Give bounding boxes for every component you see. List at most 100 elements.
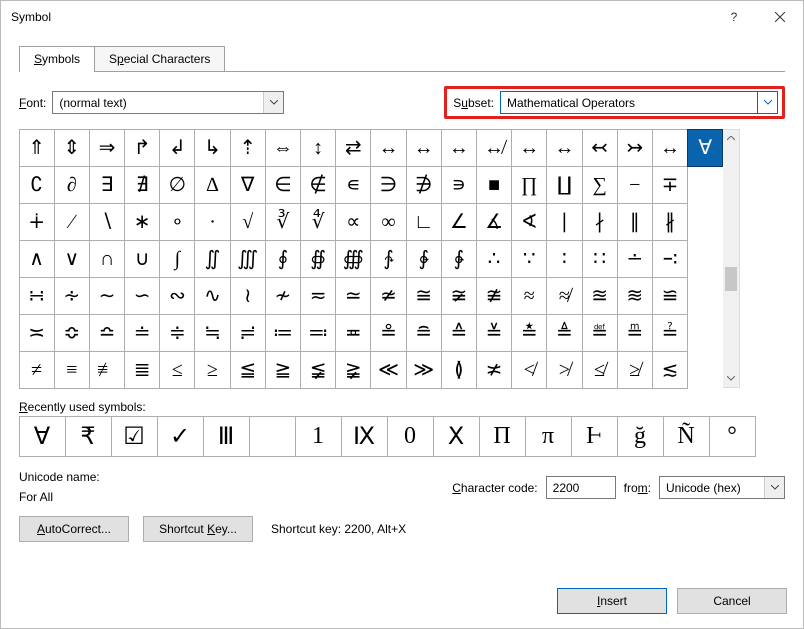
symbol-cell[interactable]: ∼ bbox=[89, 277, 125, 315]
cancel-button[interactable]: Cancel bbox=[677, 588, 787, 614]
recent-symbol-cell[interactable]: ğ bbox=[617, 416, 664, 457]
symbol-cell[interactable]: ∞ bbox=[370, 203, 406, 241]
symbol-cell[interactable]: ∠ bbox=[441, 203, 477, 241]
symbol-cell[interactable]: ⇑ bbox=[19, 129, 55, 167]
symbol-cell[interactable]: ∄ bbox=[124, 166, 160, 204]
symbol-cell[interactable]: ∥ bbox=[617, 203, 653, 241]
symbol-cell[interactable]: ≥ bbox=[194, 351, 230, 389]
tab-special-characters[interactable]: Special Characters bbox=[94, 46, 225, 71]
symbol-cell[interactable]: ≀ bbox=[230, 277, 266, 315]
from-dropdown[interactable]: Unicode (hex) bbox=[659, 476, 785, 499]
symbol-cell[interactable]: ≡ bbox=[54, 351, 90, 389]
symbol-cell[interactable]: ∐ bbox=[546, 166, 582, 204]
recent-symbol-cell[interactable]: Ⱶ bbox=[571, 416, 618, 457]
symbol-cell[interactable]: ∵ bbox=[511, 240, 547, 278]
symbol-cell[interactable]: ≫ bbox=[406, 351, 442, 389]
symbol-cell[interactable]: ∏ bbox=[511, 166, 547, 204]
recent-symbol-cell[interactable]: 0 bbox=[387, 416, 434, 457]
symbol-cell[interactable]: ≑ bbox=[159, 314, 195, 352]
scroll-down-button[interactable] bbox=[723, 370, 739, 387]
symbol-cell[interactable]: ≬ bbox=[441, 351, 477, 389]
symbol-cell[interactable]: ∾ bbox=[159, 277, 195, 315]
symbol-cell[interactable]: ∅ bbox=[159, 166, 195, 204]
symbol-cell[interactable]: ≰ bbox=[582, 351, 618, 389]
symbol-cell[interactable]: ∮ bbox=[265, 240, 301, 278]
symbol-cell[interactable]: ■ bbox=[476, 166, 512, 204]
symbol-cell[interactable]: ≧ bbox=[265, 351, 301, 389]
symbol-cell[interactable]: ≝ bbox=[582, 314, 618, 352]
symbol-cell[interactable]: ∗ bbox=[124, 203, 160, 241]
symbol-cell[interactable]: ∷ bbox=[582, 240, 618, 278]
symbol-cell[interactable]: ∫ bbox=[159, 240, 195, 278]
symbol-cell[interactable]: ≃ bbox=[335, 277, 371, 315]
symbol-cell[interactable]: ∻ bbox=[54, 277, 90, 315]
symbol-cell[interactable]: ≙ bbox=[441, 314, 477, 352]
symbol-cell[interactable]: ≱ bbox=[617, 351, 653, 389]
symbol-cell[interactable]: ↔ bbox=[406, 129, 442, 167]
symbol-cell[interactable]: ≘ bbox=[406, 314, 442, 352]
symbol-cell[interactable]: ∽ bbox=[124, 277, 160, 315]
symbol-cell[interactable]: ↢ bbox=[582, 129, 618, 167]
symbol-cell[interactable]: ≣ bbox=[124, 351, 160, 389]
symbol-cell[interactable]: ∍ bbox=[441, 166, 477, 204]
symbol-cell[interactable]: ≓ bbox=[230, 314, 266, 352]
shortcut-key-button[interactable]: Shortcut Key... bbox=[143, 516, 253, 542]
symbol-cell[interactable]: ↕ bbox=[300, 129, 336, 167]
symbol-cell[interactable]: ∹ bbox=[652, 240, 688, 278]
symbol-cell[interactable]: ↱ bbox=[124, 129, 160, 167]
recent-symbol-cell[interactable]: Ñ bbox=[663, 416, 710, 457]
symbol-cell[interactable]: ∳ bbox=[441, 240, 477, 278]
symbol-cell[interactable]: ≟ bbox=[652, 314, 688, 352]
symbol-cell[interactable]: ∘ bbox=[159, 203, 195, 241]
symbol-cell[interactable]: ∀ bbox=[687, 129, 723, 167]
symbol-cell[interactable]: ∖ bbox=[89, 203, 125, 241]
recent-symbol-cell[interactable] bbox=[249, 416, 296, 457]
symbol-cell[interactable]: ∢ bbox=[511, 203, 547, 241]
recent-symbol-cell[interactable]: Ⅸ bbox=[341, 416, 388, 457]
symbol-cell[interactable]: ∋ bbox=[370, 166, 406, 204]
symbol-cell[interactable]: ∜ bbox=[300, 203, 336, 241]
symbol-cell[interactable]: ⇔ bbox=[265, 129, 301, 167]
symbol-cell[interactable]: ∸ bbox=[617, 240, 653, 278]
symbol-cell[interactable]: ↮ bbox=[476, 129, 512, 167]
symbol-grid[interactable]: ⇑⇕⇒↱↲↳⇡⇔↕⇄↔↔↔↮↔↔↢↣↔∀∁∂∃∄∅∆∇∈∉∊∋∌∍■∏∐∑−∓∔… bbox=[19, 129, 723, 388]
symbol-cell[interactable]: ∭ bbox=[230, 240, 266, 278]
symbol-cell[interactable]: ≞ bbox=[617, 314, 653, 352]
symbol-cell[interactable]: ∛ bbox=[265, 203, 301, 241]
symbol-cell[interactable]: ∓ bbox=[652, 166, 688, 204]
symbol-cell[interactable]: ∆ bbox=[194, 166, 230, 204]
symbol-cell[interactable]: ∔ bbox=[19, 203, 55, 241]
symbol-cell[interactable]: ≌ bbox=[652, 277, 688, 315]
recent-symbol-cell[interactable]: ° bbox=[709, 416, 756, 457]
symbol-cell[interactable]: ≋ bbox=[617, 277, 653, 315]
recent-symbol-cell[interactable]: Ⅹ bbox=[433, 416, 480, 457]
symbol-cell[interactable]: ≛ bbox=[511, 314, 547, 352]
symbol-cell[interactable]: ∑ bbox=[582, 166, 618, 204]
symbol-cell[interactable]: ∕ bbox=[54, 203, 90, 241]
recent-symbol-cell[interactable]: 1 bbox=[295, 416, 342, 457]
symbol-cell[interactable]: ∣ bbox=[546, 203, 582, 241]
symbol-cell[interactable]: ↔ bbox=[511, 129, 547, 167]
symbol-cell[interactable]: √ bbox=[230, 203, 266, 241]
symbol-cell[interactable]: ∙ bbox=[194, 203, 230, 241]
symbol-cell[interactable]: ⇕ bbox=[54, 129, 90, 167]
symbol-cell[interactable]: ∱ bbox=[370, 240, 406, 278]
symbol-cell[interactable]: ≨ bbox=[300, 351, 336, 389]
symbol-cell[interactable]: ∶ bbox=[546, 240, 582, 278]
symbol-cell[interactable]: ≯ bbox=[546, 351, 582, 389]
help-button[interactable]: ? bbox=[711, 1, 757, 33]
symbol-cell[interactable]: ↣ bbox=[617, 129, 653, 167]
symbol-cell[interactable]: ≆ bbox=[441, 277, 477, 315]
symbol-cell[interactable]: ≇ bbox=[476, 277, 512, 315]
symbol-cell[interactable]: ≅ bbox=[406, 277, 442, 315]
symbol-cell[interactable]: ≗ bbox=[370, 314, 406, 352]
symbol-cell[interactable]: − bbox=[617, 166, 653, 204]
symbol-cell[interactable]: ≜ bbox=[546, 314, 582, 352]
recent-symbol-cell[interactable]: ₹ bbox=[65, 416, 112, 457]
symbol-cell[interactable]: ∯ bbox=[300, 240, 336, 278]
symbol-cell[interactable]: ↲ bbox=[159, 129, 195, 167]
symbol-cell[interactable]: ≩ bbox=[335, 351, 371, 389]
symbol-cell[interactable]: ≐ bbox=[124, 314, 160, 352]
symbol-cell[interactable]: ≤ bbox=[159, 351, 195, 389]
recent-symbol-cell[interactable]: Π bbox=[479, 416, 526, 457]
